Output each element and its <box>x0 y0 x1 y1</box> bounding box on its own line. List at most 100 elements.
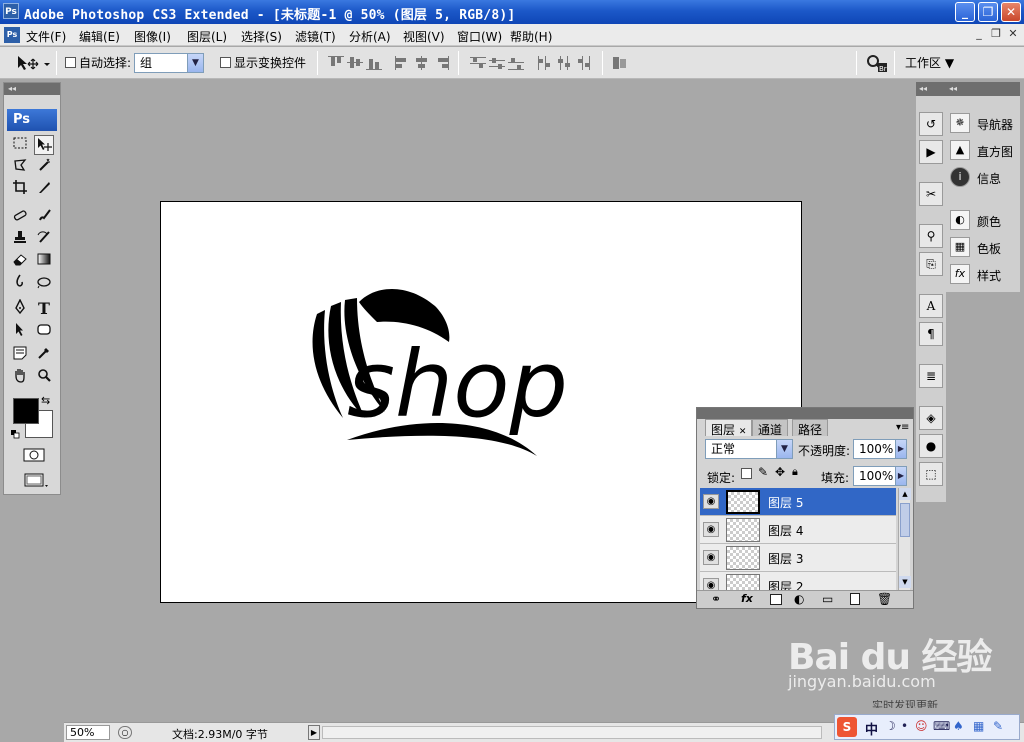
styles-panel-button[interactable]: fx 样式 <box>948 261 1020 287</box>
menu-analysis[interactable]: 分析(A) <box>349 28 391 45</box>
menu-image[interactable]: 图像(I) <box>134 28 171 45</box>
tab-paths[interactable]: 路径 <box>792 419 829 437</box>
status-menu-arrow-icon[interactable]: ▶ <box>308 725 320 740</box>
align-right-icon[interactable] <box>433 56 449 70</box>
tab-close-icon[interactable]: ✕ <box>739 427 747 437</box>
eye-icon[interactable]: ◉ <box>703 550 719 565</box>
character-panel-button[interactable]: A <box>919 294 943 318</box>
screen-mode-button[interactable] <box>22 471 50 491</box>
opacity-input[interactable]: 100% ▶ <box>853 439 907 459</box>
lock-all-icon[interactable]: 🔒︎ <box>792 465 798 479</box>
layer-comps-button[interactable]: ≣ <box>919 364 943 388</box>
color-panel-button[interactable]: ◐ 颜色 <box>948 207 1020 233</box>
bridge-button[interactable]: Br <box>864 52 888 74</box>
type-tool[interactable]: T <box>34 299 54 319</box>
scroll-thumb[interactable] <box>900 503 910 537</box>
quick-mask-button[interactable] <box>22 447 46 467</box>
fill-input[interactable]: 100% ▶ <box>853 466 907 486</box>
distribute-left-icon[interactable] <box>537 56 553 70</box>
pen-tool[interactable] <box>10 298 30 319</box>
ime-skin-icon[interactable]: ♠ <box>953 719 964 733</box>
menu-window[interactable]: 窗口(W) <box>457 28 502 45</box>
actions-panel-button[interactable]: ▶ <box>919 140 943 164</box>
tools-panel-grip[interactable]: ◂◂ <box>4 83 60 95</box>
auto-align-layers-icon[interactable] <box>612 56 628 70</box>
hand-tool[interactable] <box>10 367 30 387</box>
doc-close-button[interactable]: ✕ <box>1006 27 1020 41</box>
align-vcenter-icon[interactable] <box>347 56 363 70</box>
align-hcenter-icon[interactable] <box>414 56 430 70</box>
ime-grid-icon[interactable]: ▦ <box>973 719 984 733</box>
auto-select-checkbox[interactable] <box>65 57 76 68</box>
paragraph-panel-button[interactable]: ¶ <box>919 322 943 346</box>
zoom-level[interactable]: 50% <box>66 725 110 740</box>
distribute-bottom-icon[interactable] <box>508 56 524 70</box>
shape-tool[interactable] <box>34 321 54 341</box>
menu-filter[interactable]: 滤镜(T) <box>295 28 336 45</box>
layer-row[interactable]: ◉ 图层 3 <box>700 544 896 572</box>
eraser-tool[interactable] <box>10 251 30 271</box>
marquee-tool[interactable] <box>10 135 30 155</box>
path-selection-tool[interactable] <box>10 321 30 341</box>
align-top-icon[interactable] <box>328 56 344 70</box>
history-panel-button[interactable]: ↺ <box>919 112 943 136</box>
swatches-panel-button[interactable]: ▦ 色板 <box>948 234 1020 260</box>
dodge-tool[interactable] <box>34 273 54 293</box>
crop-tool[interactable] <box>10 179 30 199</box>
clone-stamp-tool[interactable] <box>10 229 30 249</box>
ime-keyboard-icon[interactable]: ⌨ <box>933 719 950 733</box>
distribute-top-icon[interactable] <box>470 56 486 70</box>
menu-view[interactable]: 视图(V) <box>403 28 445 45</box>
history-brush-tool[interactable] <box>34 229 54 249</box>
trash-icon[interactable]: 🗑︎ <box>877 592 892 606</box>
chevron-right-icon[interactable]: ▶ <box>895 467 906 485</box>
menu-edit[interactable]: 编辑(E) <box>79 28 120 45</box>
dock-grip[interactable]: ◂◂ <box>916 82 946 96</box>
clone-source-button[interactable]: ⎘ <box>919 252 943 276</box>
link-layers-icon[interactable]: ⚭ <box>711 592 721 606</box>
auto-select-dropdown[interactable]: 组 ▼ <box>134 53 204 73</box>
adjustment-layer-icon[interactable]: ◐ <box>794 592 804 606</box>
maximize-button[interactable]: ❐ <box>978 2 998 22</box>
lock-image-icon[interactable]: ✎ <box>758 465 768 479</box>
layer-row[interactable]: ◉ 图层 2 <box>700 572 896 590</box>
info-panel-button[interactable]: i 信息 <box>948 164 1020 190</box>
healing-brush-tool[interactable] <box>10 207 30 227</box>
doc-restore-button[interactable]: ❐ <box>989 27 1003 41</box>
move-tool-preset-picker[interactable] <box>14 53 52 73</box>
eye-icon[interactable]: ◉ <box>703 494 719 509</box>
align-bottom-icon[interactable] <box>366 56 382 70</box>
show-transform-checkbox[interactable] <box>220 57 231 68</box>
menu-layer[interactable]: 图层(L) <box>187 28 227 45</box>
add-mask-icon[interactable] <box>770 594 782 605</box>
distribute-vcenter-icon[interactable] <box>489 56 505 70</box>
notes-tool[interactable] <box>10 345 30 365</box>
menu-select[interactable]: 选择(S) <box>241 28 282 45</box>
panel-menu-icon[interactable]: ▾≡ <box>896 422 909 433</box>
status-indicator-icon[interactable]: ○ <box>118 726 132 739</box>
lock-transparent-icon[interactable] <box>741 468 752 479</box>
doc-minimize-button[interactable]: _ <box>972 27 986 41</box>
lock-position-icon[interactable]: ✥ <box>775 465 785 479</box>
eye-icon[interactable]: ◉ <box>703 522 719 537</box>
ps-logo[interactable]: Ps <box>7 109 57 131</box>
distribute-right-icon[interactable] <box>575 56 591 70</box>
new-layer-icon[interactable] <box>850 593 860 605</box>
scroll-down-icon[interactable]: ▼ <box>899 576 911 588</box>
ime-dot-icon[interactable]: • <box>901 719 908 733</box>
magic-wand-tool[interactable] <box>34 157 54 177</box>
dock-panels-grip[interactable]: ◂◂ <box>946 82 1020 96</box>
layer-style-icon[interactable]: fx <box>741 592 753 605</box>
document-icon[interactable]: Ps <box>4 27 20 43</box>
menu-file[interactable]: 文件(F) <box>26 28 66 45</box>
blur-tool[interactable] <box>10 273 30 293</box>
tool-presets-button[interactable]: ✂ <box>919 182 943 206</box>
chevron-right-icon[interactable]: ▶ <box>895 440 906 458</box>
layers-panel-titlebar[interactable] <box>697 408 913 419</box>
align-left-icon[interactable] <box>395 56 411 70</box>
photoshop-app-icon[interactable]: Ps <box>3 3 19 19</box>
ime-mode-icon[interactable]: 中 <box>865 719 878 738</box>
document-info[interactable]: 文档:2.93M/0 字节 <box>172 726 268 742</box>
ime-tools-icon[interactable]: ✎ <box>993 719 1003 733</box>
zoom-tool[interactable] <box>34 367 54 387</box>
